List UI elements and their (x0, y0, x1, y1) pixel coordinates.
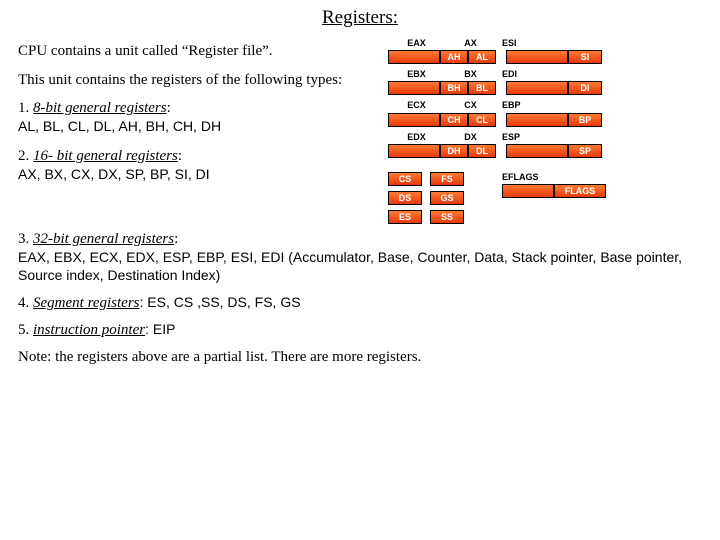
section-3-num: 3. (18, 231, 33, 247)
bar-eflags-upper (502, 184, 554, 198)
section-2-head: 16- bit general registers (33, 148, 178, 164)
section-2-num: 2. (18, 148, 33, 164)
section-4: 4. Segment registers: ES, CS ,SS, DS, FS… (18, 294, 702, 313)
seg-ds: DS (388, 191, 422, 205)
section-5-num: 5. (18, 322, 33, 338)
section-1-body: AL, BL, CL, DL, AH, BH, CH, DH (18, 118, 221, 134)
section-2-body: AX, BX, CX, DX, SP, BP, SI, DI (18, 166, 210, 182)
bar-cl: CL (468, 113, 496, 127)
diagram-right-col: ESI SI EDI DI EBP BP ESP SP EFLAGS (502, 38, 606, 224)
lbl-cx: CX (464, 100, 477, 111)
section-1-num: 1. (18, 100, 33, 116)
section-5-body: : EIP (145, 321, 175, 337)
section-4-num: 4. (18, 295, 33, 311)
seg-row-2: DS GS (388, 191, 496, 205)
reg-row-ecx: ECX CX CH CL (388, 100, 496, 126)
reg-row-esp: ESP SP (502, 132, 606, 158)
lbl-ebp: EBP (502, 100, 606, 111)
intro-2: This unit contains the registers of the … (18, 71, 378, 90)
section-3-body: EAX, EBX, ECX, EDX, ESP, EBP, ESI, EDI (… (18, 249, 682, 284)
seg-row-3: ES SS (388, 210, 496, 224)
lbl-edi: EDI (502, 69, 606, 80)
diagram-left-col: EAXAX AH AL EBXBX BH BL EC (388, 38, 496, 224)
bar-esi-upper (506, 50, 568, 64)
reg-row-eflags: EFLAGS FLAGS (502, 172, 606, 198)
section-5-head: instruction pointer (33, 322, 145, 338)
seg-row-1: CS FS (388, 172, 496, 186)
lbl-bx: BX (464, 69, 477, 80)
reg-row-edx: EDX DX DH DL (388, 132, 496, 158)
bar-ebx-upper (388, 81, 440, 95)
bar-bl: BL (468, 81, 496, 95)
lbl-eflags: EFLAGS (502, 172, 606, 183)
bar-dh: DH (440, 144, 468, 158)
bar-sp: SP (568, 144, 602, 158)
top-region: CPU contains a unit called “Register fil… (18, 38, 702, 224)
bar-ch: CH (440, 113, 468, 127)
bar-eax-upper (388, 50, 440, 64)
bar-edi-upper (506, 81, 568, 95)
bar-ecx-upper (388, 113, 440, 127)
section-4-body: : ES, CS ,SS, DS, FS, GS (140, 294, 301, 310)
lbl-esi: ESI (502, 38, 606, 49)
section-5: 5. instruction pointer: EIP (18, 321, 702, 340)
bar-si: SI (568, 50, 602, 64)
bar-esp-upper (506, 144, 568, 158)
bar-bh: BH (440, 81, 468, 95)
seg-es: ES (388, 210, 422, 224)
reg-row-edi: EDI DI (502, 69, 606, 95)
reg-row-ebp: EBP BP (502, 100, 606, 126)
section-2: 2. 16- bit general registers: AX, BX, CX… (18, 147, 378, 185)
text-column: CPU contains a unit called “Register fil… (18, 38, 378, 195)
lbl-esp: ESP (502, 132, 606, 143)
bar-flags: FLAGS (554, 184, 606, 198)
bar-ebp-upper (506, 113, 568, 127)
section-3-head: 32-bit general registers (33, 231, 174, 247)
lbl-ax: AX (464, 38, 477, 49)
intro-1: CPU contains a unit called “Register fil… (18, 42, 378, 61)
section-1: 1. 8-bit general registers: AL, BL, CL, … (18, 99, 378, 137)
seg-gs: GS (430, 191, 464, 205)
section-4-head: Segment registers (33, 295, 140, 311)
section-1-head: 8-bit general registers (33, 100, 167, 116)
seg-fs: FS (430, 172, 464, 186)
bar-edx-upper (388, 144, 440, 158)
seg-cs: CS (388, 172, 422, 186)
lbl-ecx: ECX (407, 100, 426, 111)
bar-di: DI (568, 81, 602, 95)
bar-ah: AH (440, 50, 468, 64)
bar-dl: DL (468, 144, 496, 158)
register-diagram: EAXAX AH AL EBXBX BH BL EC (388, 38, 702, 224)
reg-row-esi: ESI SI (502, 38, 606, 64)
note: Note: the registers above are a partial … (18, 348, 702, 367)
bar-al: AL (468, 50, 496, 64)
page-title: Registers: (18, 6, 702, 30)
reg-row-eax: EAX AX AH AL (388, 38, 496, 64)
diagram-column: EAXAX AH AL EBXBX BH BL EC (378, 38, 702, 224)
lbl-eax: EAX (407, 38, 426, 49)
lbl-dx: DX (464, 132, 477, 143)
section-3: 3. 32-bit general registers: EAX, EBX, E… (18, 230, 702, 286)
reg-row-ebx: EBX BX BH BL (388, 69, 496, 95)
lbl-ebx: EBX (407, 69, 426, 80)
seg-ss: SS (430, 210, 464, 224)
bar-bp: BP (568, 113, 602, 127)
lbl-edx: EDX (407, 132, 426, 143)
